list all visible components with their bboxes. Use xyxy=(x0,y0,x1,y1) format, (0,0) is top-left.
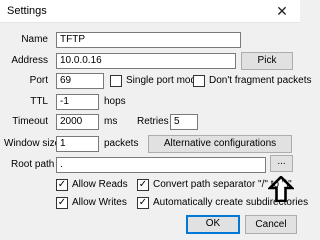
single-port-label: Single port mode xyxy=(126,75,202,86)
root-path-field[interactable]: . xyxy=(56,157,266,173)
auto-subdirs-checkbox[interactable]: ✓ xyxy=(137,197,149,209)
retries-field[interactable]: 5 xyxy=(170,114,198,130)
ok-button[interactable]: OK xyxy=(186,215,240,234)
name-field[interactable]: TFTP xyxy=(56,32,241,48)
port-field[interactable]: 69 xyxy=(56,73,104,89)
close-icon[interactable]: ✕ xyxy=(264,0,300,22)
dont-fragment-label: Don't fragment packets xyxy=(209,75,312,86)
name-label: Name xyxy=(21,34,48,45)
auto-subdirs-label: Automatically create subdirectories xyxy=(153,197,309,208)
timeout-field[interactable]: 2000 xyxy=(56,114,99,130)
ttl-field[interactable]: -1 xyxy=(56,94,99,110)
pick-button[interactable]: Pick xyxy=(241,52,293,70)
address-label: Address xyxy=(11,55,48,66)
allow-writes-checkbox[interactable]: ✓ xyxy=(56,197,68,209)
convert-path-label: Convert path separator "/" to "\" xyxy=(153,179,292,190)
timeout-label: Timeout xyxy=(12,116,48,127)
timeout-unit: ms xyxy=(104,116,118,127)
window-size-field[interactable]: 1 xyxy=(56,136,99,152)
address-field[interactable]: 10.0.0.16 xyxy=(56,53,236,69)
single-port-checkbox[interactable] xyxy=(110,75,122,87)
window-size-label: Window size xyxy=(4,138,61,149)
port-label: Port xyxy=(29,75,48,86)
allow-writes-label: Allow Writes xyxy=(72,197,127,208)
retries-label: Retries xyxy=(137,116,169,127)
root-path-label: Root path xyxy=(11,159,55,170)
alternative-configurations-button[interactable]: Alternative configurations xyxy=(148,135,292,153)
cancel-button[interactable]: Cancel xyxy=(245,215,297,234)
convert-path-checkbox[interactable]: ✓ xyxy=(137,179,149,191)
window-size-unit: packets xyxy=(104,138,139,149)
title-bar: Settings ✕ xyxy=(0,0,300,23)
ttl-label: TTL xyxy=(30,96,48,107)
dont-fragment-checkbox[interactable] xyxy=(193,75,205,87)
ttl-unit: hops xyxy=(104,96,126,107)
browse-button[interactable]: ... xyxy=(270,155,293,172)
allow-reads-label: Allow Reads xyxy=(72,179,128,190)
allow-reads-checkbox[interactable]: ✓ xyxy=(56,179,68,191)
window-title: Settings xyxy=(7,5,47,17)
